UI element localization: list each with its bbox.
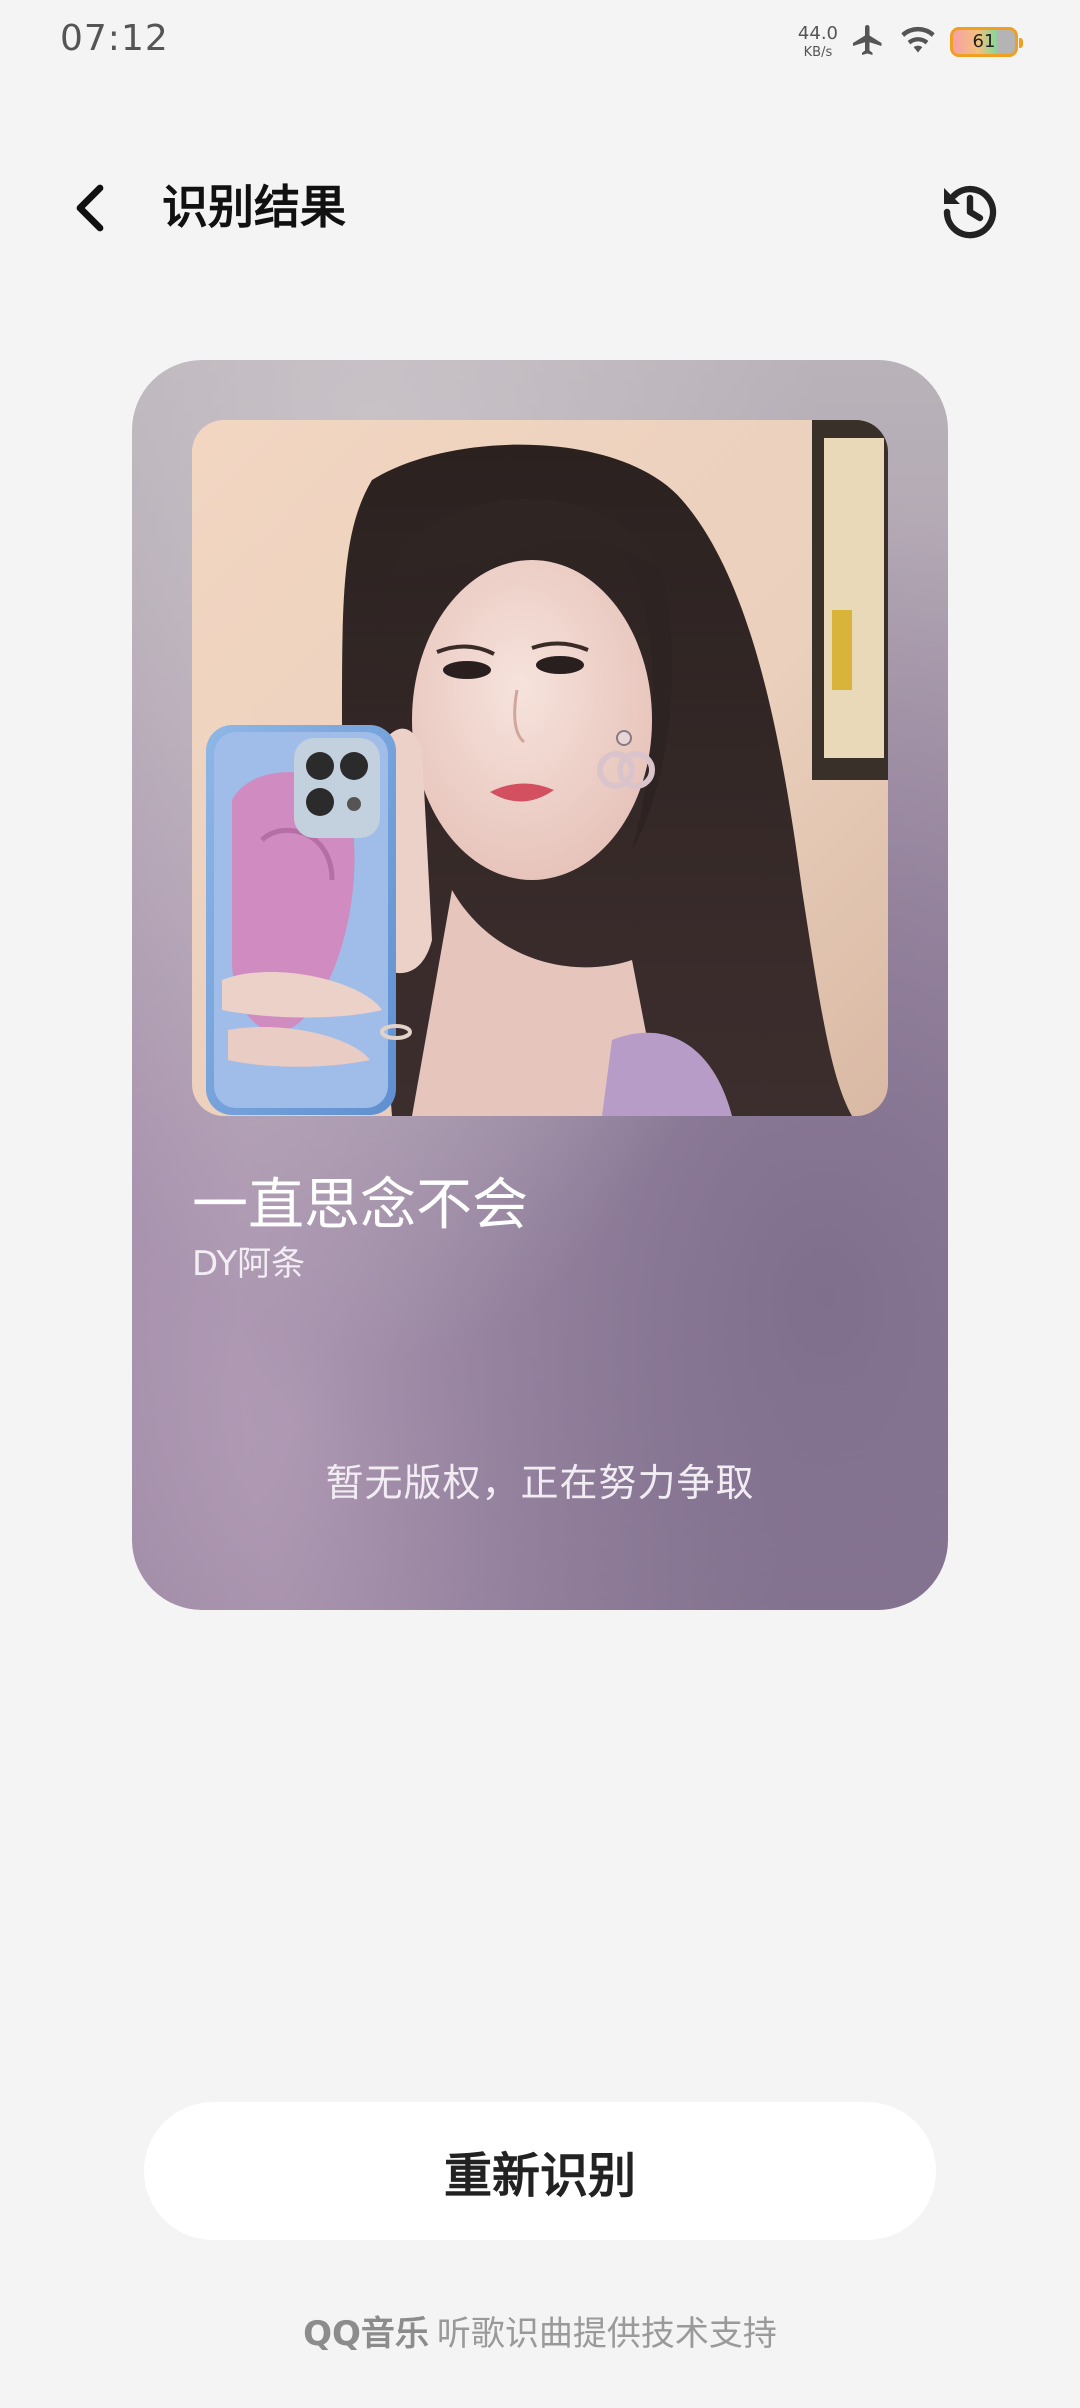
album-cover-image[interactable] bbox=[192, 420, 888, 1116]
song-title: 一直思念不会 bbox=[192, 1173, 528, 1238]
history-button[interactable] bbox=[932, 176, 1008, 252]
status-icons: 44.0 KB/s 61 bbox=[797, 18, 1023, 66]
result-card: 一直思念不会 DY阿条 暂无版权，正在努力争取 bbox=[132, 360, 948, 1610]
battery-icon: 61 bbox=[950, 27, 1023, 57]
footer-credit: QQ音乐 听歌识曲提供技术支持 bbox=[0, 2306, 1080, 2355]
back-button[interactable] bbox=[60, 180, 120, 240]
footer-brand: QQ音乐 bbox=[303, 2314, 429, 2354]
copyright-notice: 暂无版权，正在努力争取 bbox=[325, 1461, 755, 1505]
status-time: 07:12 bbox=[60, 18, 169, 59]
header: 识别结果 bbox=[0, 160, 1080, 260]
history-icon bbox=[934, 176, 1006, 252]
wifi-icon bbox=[898, 23, 938, 61]
retry-recognition-button[interactable]: 重新识别 bbox=[144, 2102, 936, 2240]
footer-text: 听歌识曲提供技术支持 bbox=[436, 2314, 777, 2354]
song-artist: DY阿条 bbox=[192, 1244, 306, 1284]
network-speed-unit: KB/s bbox=[803, 45, 833, 60]
battery-level: 61 bbox=[972, 31, 996, 52]
airplane-icon bbox=[850, 22, 886, 62]
network-speed-value: 44.0 bbox=[797, 23, 838, 44]
chevron-left-icon bbox=[70, 182, 110, 238]
network-speed: 44.0 KB/s bbox=[797, 23, 838, 60]
page-title: 识别结果 bbox=[162, 180, 346, 234]
status-bar: 07:12 44.0 KB/s 61 bbox=[0, 0, 1080, 84]
